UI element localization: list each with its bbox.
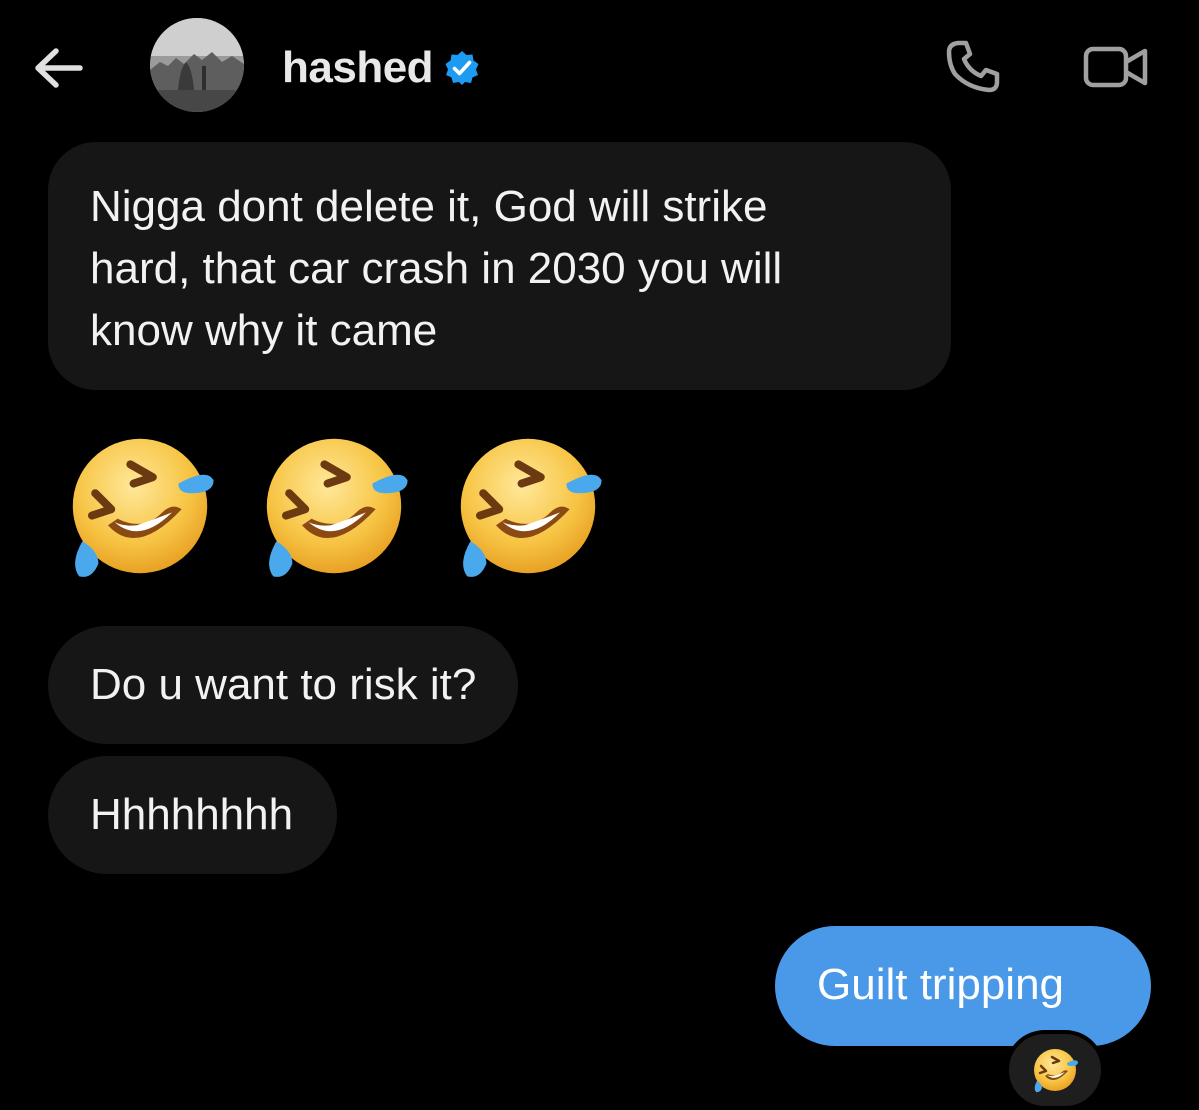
arrow-left-icon bbox=[35, 48, 83, 88]
rolling-on-the-floor-laughing-emoji-icon bbox=[448, 426, 608, 586]
chat-header: hashed bbox=[0, 0, 1199, 130]
message-bubble-received[interactable]: Do u want to risk it? bbox=[48, 626, 519, 744]
rolling-on-the-floor-laughing-emoji-icon bbox=[254, 426, 414, 586]
verified-badge-icon bbox=[445, 51, 479, 85]
rolling-on-the-floor-laughing-emoji-icon bbox=[1030, 1045, 1080, 1095]
message-bubble-received[interactable]: Nigga dont delete it, God will strike ha… bbox=[48, 142, 951, 390]
phone-icon bbox=[946, 40, 1000, 93]
message-bubble-sent[interactable]: Guilt tripping bbox=[775, 926, 1151, 1046]
back-button[interactable] bbox=[30, 40, 86, 96]
rolling-on-the-floor-laughing-emoji-icon bbox=[60, 426, 220, 586]
message-reaction[interactable] bbox=[1005, 1030, 1105, 1110]
call-button[interactable] bbox=[944, 38, 1002, 96]
video-camera-icon bbox=[1083, 46, 1148, 88]
username-row[interactable]: hashed bbox=[282, 38, 481, 98]
username: hashed bbox=[282, 43, 434, 92]
message-bubble-received[interactable]: Hhhhhhhh bbox=[48, 756, 338, 874]
avatar[interactable] bbox=[150, 18, 244, 112]
video-call-button[interactable] bbox=[1082, 42, 1150, 92]
avatar-image bbox=[150, 18, 244, 112]
emoji-message[interactable] bbox=[60, 426, 608, 590]
